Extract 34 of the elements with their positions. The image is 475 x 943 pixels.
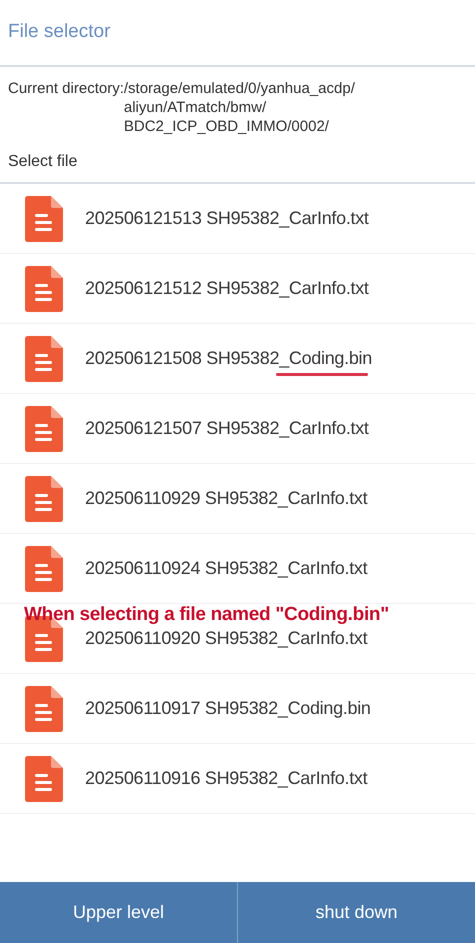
- file-item[interactable]: 202506110916 SH95382_CarInfo.txt: [0, 744, 475, 814]
- file-name: 202506121513 SH95382_CarInfo.txt: [85, 208, 369, 228]
- document-icon: [25, 336, 63, 382]
- directory-path: /storage/emulated/0/yanhua_acdp/: [124, 79, 355, 98]
- footer-button[interactable]: shut down: [237, 882, 475, 943]
- file-name: 202506110920 SH95382_CarInfo.txt: [85, 628, 368, 648]
- directory-path: aliyun/ATmatch/bmw/: [124, 98, 268, 117]
- document-icon: [25, 476, 63, 522]
- footer-button[interactable]: Upper level: [0, 882, 237, 943]
- file-name: 202506110916 SH95382_CarInfo.txt: [85, 768, 368, 788]
- file-name: 202506121507 SH95382_CarInfo.txt: [85, 418, 369, 438]
- directory-label: Current directory:: [8, 79, 124, 99]
- file-name: 202506110929 SH95382_CarInfo.txt: [85, 488, 368, 508]
- directory-path: BDC2_ICP_OBD_IMMO/0002/: [124, 117, 330, 136]
- document-icon: [25, 406, 63, 452]
- file-item[interactable]: 202506121508 SH95382_Coding.bin: [0, 324, 475, 394]
- file-name: 202506110924 SH95382_CarInfo.txt: [85, 558, 368, 578]
- file-name: 202506110917 SH95382_Coding.bin: [85, 698, 371, 718]
- file-item[interactable]: 202506110924 SH95382_CarInfo.txt: [0, 534, 475, 604]
- file-name: 202506121508 SH95382_Coding.bin: [85, 348, 372, 368]
- annotation-text: When selecting a file named "Coding.bin": [24, 604, 389, 625]
- file-name: 202506121512 SH95382_CarInfo.txt: [85, 278, 369, 298]
- document-icon: [25, 546, 63, 592]
- file-item[interactable]: 202506121512 SH95382_CarInfo.txt: [0, 254, 475, 324]
- file-item[interactable]: 202506110917 SH95382_Coding.bin: [0, 674, 475, 744]
- document-icon: [25, 196, 63, 242]
- section-label: Select file: [8, 153, 78, 170]
- file-item[interactable]: 202506110929 SH95382_CarInfo.txt: [0, 464, 475, 534]
- document-icon: [25, 756, 63, 802]
- file-item[interactable]: 202506121513 SH95382_CarInfo.txt: [0, 184, 475, 254]
- document-icon: [25, 686, 63, 732]
- dialog-title: File selector: [8, 20, 110, 44]
- file-item[interactable]: 202506121507 SH95382_CarInfo.txt: [0, 394, 475, 464]
- document-icon: [25, 266, 63, 312]
